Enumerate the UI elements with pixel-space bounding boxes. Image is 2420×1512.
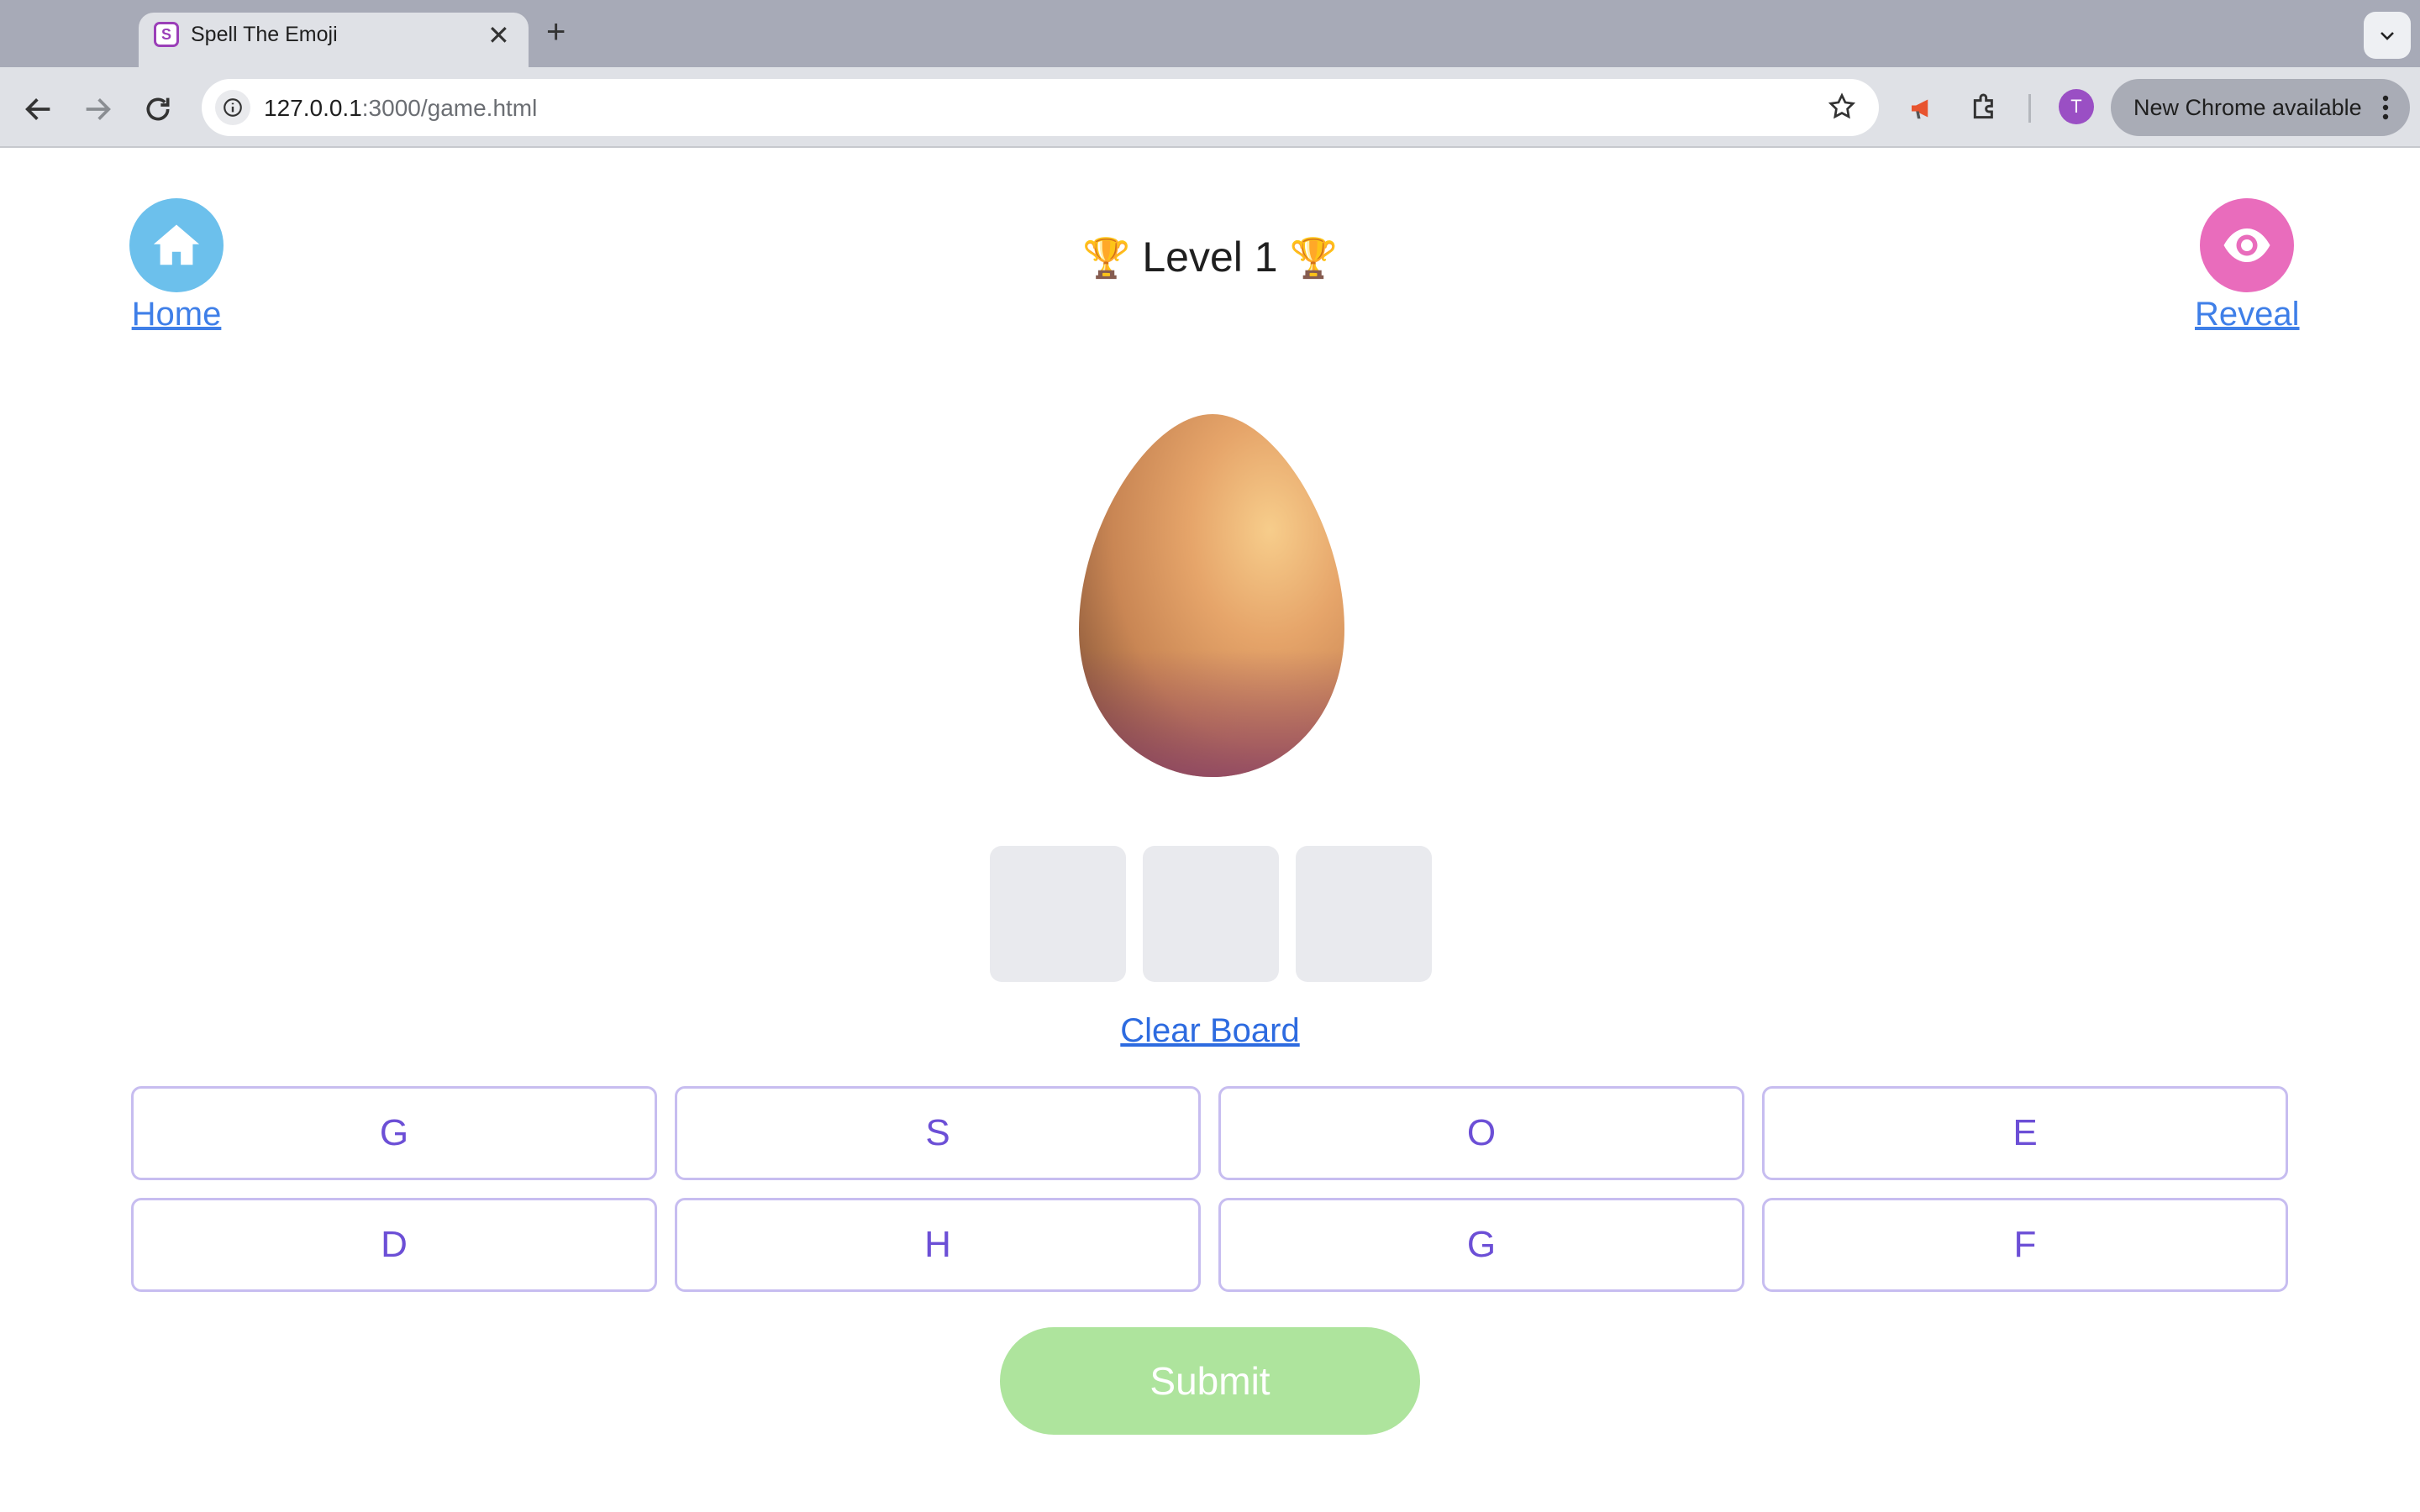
reveal-circle[interactable] [2200, 198, 2295, 292]
back-icon[interactable] [22, 92, 55, 126]
home-button[interactable]: Home [129, 198, 224, 333]
browser-tabstrip: S Spell The Emoji ✕ + [0, 0, 2420, 67]
letter-tile[interactable]: D [131, 1198, 657, 1292]
toolbar-separator [2028, 94, 2031, 123]
reload-icon[interactable] [141, 92, 175, 126]
url-host: 127.0.0.1 [264, 95, 362, 121]
megaphone-extension-icon[interactable] [1906, 91, 1941, 126]
submit-button[interactable]: Submit [1000, 1327, 1420, 1435]
kebab-menu-icon[interactable] [2381, 94, 2390, 121]
letter-grid: G S O E D H G F [131, 1086, 2289, 1292]
game-page: Home 🏆 Level 1 🏆 Reveal Clear Board G S … [0, 149, 2420, 1512]
tab-close-icon[interactable]: ✕ [487, 19, 510, 51]
new-tab-icon[interactable]: + [546, 13, 566, 51]
letter-tile[interactable]: E [1762, 1086, 2288, 1180]
answer-slot[interactable] [990, 846, 1126, 982]
forward-icon[interactable] [81, 92, 114, 126]
url-path: :3000/game.html [361, 95, 538, 121]
tab-search-icon[interactable] [2364, 12, 2411, 59]
house-icon [153, 224, 200, 265]
letter-tile[interactable]: F [1762, 1198, 2288, 1292]
home-circle[interactable] [129, 198, 224, 292]
reveal-button[interactable]: Reveal [2195, 198, 2300, 333]
answer-slot[interactable] [1296, 846, 1432, 982]
trophy-icon: 🏆 [1289, 236, 1338, 280]
letter-tile[interactable]: O [1218, 1086, 1744, 1180]
extensions-puzzle-icon[interactable] [1968, 91, 2002, 124]
url-text: 127.0.0.1:3000/game.html [264, 95, 537, 122]
address-bar[interactable]: 127.0.0.1:3000/game.html [202, 79, 1879, 136]
update-label: New Chrome available [2133, 94, 2362, 120]
tab-title: Spell The Emoji [191, 23, 338, 46]
letter-tile[interactable]: G [131, 1086, 657, 1180]
letter-tile[interactable]: S [675, 1086, 1201, 1180]
trophy-icon: 🏆 [1082, 236, 1131, 280]
favicon-icon: S [154, 22, 179, 47]
home-label[interactable]: Home [132, 296, 222, 333]
eye-icon [2223, 228, 2270, 262]
browser-tab[interactable]: S Spell The Emoji ✕ [139, 13, 529, 67]
level-title: 🏆 Level 1 🏆 [1008, 233, 1412, 281]
reveal-label[interactable]: Reveal [2195, 296, 2300, 333]
site-info-icon[interactable] [215, 90, 250, 125]
new-chrome-available-button[interactable]: New Chrome available [2111, 79, 2410, 136]
browser-toolbar: 127.0.0.1:3000/game.html T New Chrome av… [0, 67, 2420, 148]
answer-slots [990, 846, 1432, 982]
letter-tile[interactable]: G [1218, 1198, 1744, 1292]
profile-avatar[interactable]: T [2059, 89, 2094, 124]
egg-emoji [1074, 411, 1351, 780]
level-text: Level 1 [1142, 234, 1278, 281]
bookmark-star-icon[interactable] [1827, 92, 1857, 122]
answer-slot[interactable] [1143, 846, 1279, 982]
clear-board-link[interactable]: Clear Board [1042, 1012, 1378, 1050]
letter-tile[interactable]: H [675, 1198, 1201, 1292]
